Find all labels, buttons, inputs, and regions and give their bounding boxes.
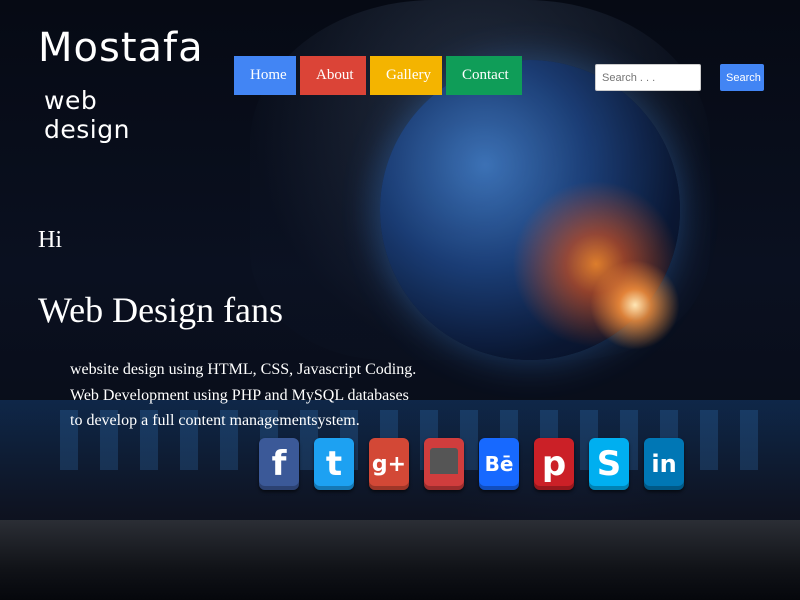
search-form: Search <box>595 64 764 91</box>
social-links: f t g+ Bē p S in <box>259 438 684 490</box>
main-nav: Home About Gallery Contact <box>234 56 522 95</box>
skype-icon[interactable]: S <box>589 438 629 490</box>
nav-item-contact[interactable]: Contact <box>446 56 522 95</box>
logo-mark-text: Mostafa <box>38 25 204 71</box>
facebook-icon[interactable]: f <box>259 438 299 490</box>
hero-description: website design using HTML, CSS, Javascri… <box>70 357 416 434</box>
logo-subtitle: web design <box>44 86 130 144</box>
search-input[interactable] <box>595 64 701 91</box>
twitter-icon[interactable]: t <box>314 438 354 490</box>
linkedin-icon[interactable]: in <box>644 438 684 490</box>
background-light-glow <box>590 260 680 350</box>
nav-item-about[interactable]: About <box>300 56 366 95</box>
flickr-icon[interactable] <box>424 438 464 490</box>
description-line: to develop a full content managementsyst… <box>70 412 360 429</box>
nav-item-gallery[interactable]: Gallery <box>370 56 442 95</box>
description-line: website design using HTML, CSS, Javascri… <box>70 361 417 378</box>
hero-greeting: Hi <box>38 227 62 253</box>
background-stage-floor <box>0 520 800 600</box>
site-logo[interactable]: Mostafa web design <box>38 28 203 144</box>
behance-icon[interactable]: Bē <box>479 438 519 490</box>
search-button[interactable]: Search <box>720 64 764 91</box>
pinterest-icon[interactable]: p <box>534 438 574 490</box>
google-plus-icon[interactable]: g+ <box>369 438 409 490</box>
hero-title: Web Design fans <box>38 290 284 330</box>
nav-item-home[interactable]: Home <box>234 56 296 95</box>
description-line: Web Development using PHP and MySQL data… <box>70 386 409 404</box>
flickr-icon-screen <box>430 448 458 480</box>
